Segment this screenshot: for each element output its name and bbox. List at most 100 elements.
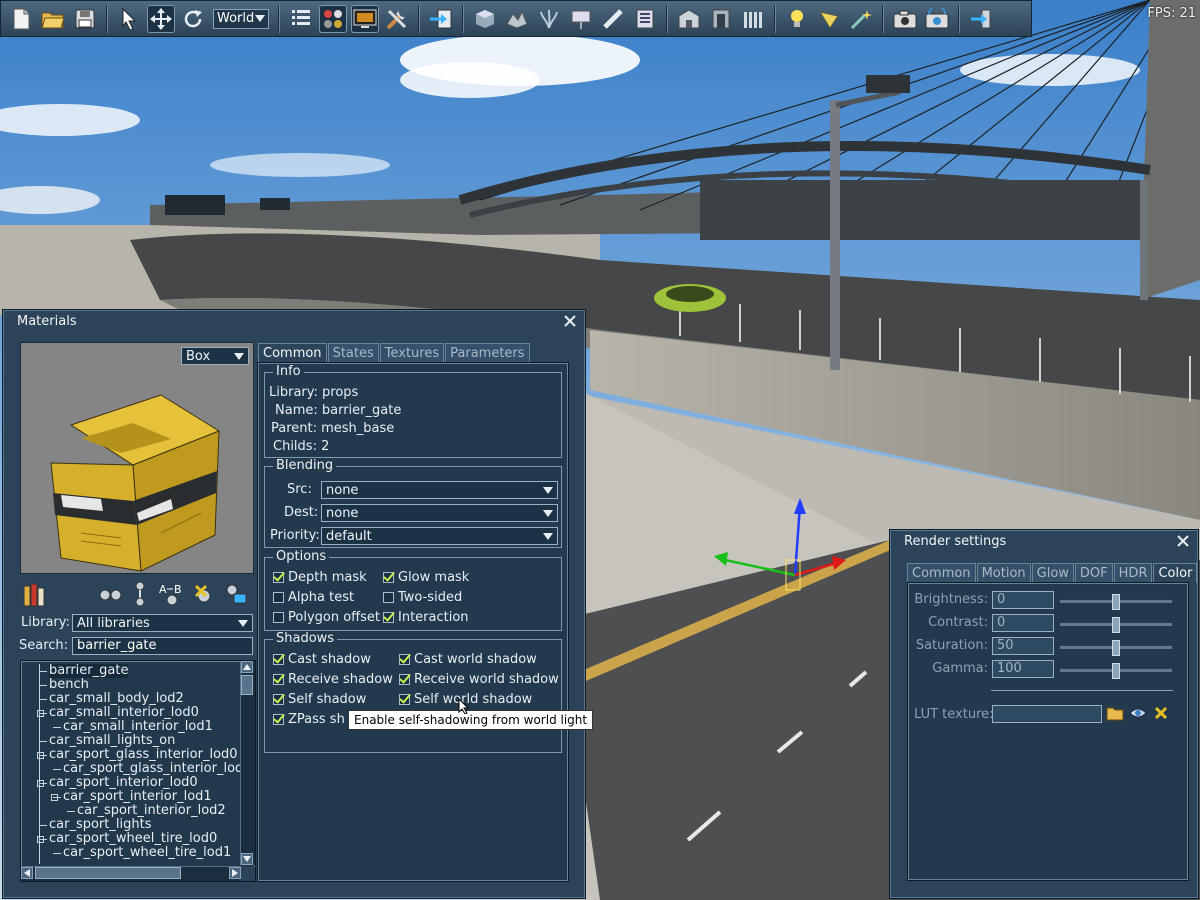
export-icon[interactable] <box>427 5 455 33</box>
tree-item[interactable]: car_sport_interior_lod2 <box>77 804 226 818</box>
render-row-input[interactable]: 100 <box>992 660 1054 678</box>
rotate-icon[interactable] <box>179 5 207 33</box>
clear-icon[interactable] <box>1154 706 1168 720</box>
eye-icon[interactable] <box>1129 705 1147 721</box>
checkbox-glow-mask[interactable]: Glow mask <box>383 570 469 585</box>
slider-handle[interactable] <box>1112 617 1120 633</box>
checkbox-two-sided[interactable]: Two-sided <box>383 590 462 605</box>
render-settings-title-bar[interactable]: Render settings <box>890 530 1198 552</box>
checkbox-cast-world-shadow[interactable]: Cast world shadow <box>399 652 537 667</box>
scroll-down-button[interactable] <box>241 853 253 865</box>
tab-motion[interactable]: Motion <box>976 563 1031 583</box>
close-icon[interactable] <box>563 314 577 328</box>
tree-horizontal-thumb[interactable] <box>35 867 181 879</box>
tree-item[interactable]: car_sport_glass_interior_lod0 <box>49 748 238 762</box>
light-icon[interactable] <box>783 5 811 33</box>
render-icon[interactable] <box>351 4 379 33</box>
render-row-input[interactable]: 0 <box>992 591 1054 609</box>
panel-icon[interactable] <box>631 5 659 33</box>
scroll-up-button[interactable] <box>241 661 253 673</box>
tree-item[interactable]: car_sport_lights <box>49 818 151 832</box>
tree-horizontal-scrollbar[interactable] <box>21 866 241 881</box>
tab-color[interactable]: Color <box>1153 563 1198 583</box>
checkbox-self-shadow[interactable]: Self shadow <box>273 692 366 707</box>
box-icon[interactable] <box>471 5 499 33</box>
tree-vertical-scrollbar[interactable] <box>240 661 255 865</box>
checkbox-depth-mask[interactable]: Depth mask <box>273 570 367 585</box>
inherit-material-icon[interactable] <box>132 581 148 607</box>
tools-icon[interactable] <box>383 5 411 33</box>
priority-select[interactable]: default <box>321 527 558 545</box>
wand-icon[interactable] <box>847 5 875 33</box>
scroll-left-button[interactable] <box>21 867 33 879</box>
particles-icon[interactable] <box>535 5 563 33</box>
clone-material-icon[interactable] <box>98 586 124 604</box>
render-row-slider[interactable] <box>1060 594 1172 610</box>
close-icon[interactable] <box>1176 534 1190 548</box>
materials-icon[interactable] <box>319 4 347 33</box>
preview-mode-select[interactable]: Box <box>181 347 249 365</box>
select-icon[interactable] <box>115 5 143 33</box>
render-row-input[interactable]: 50 <box>992 637 1054 655</box>
tab-glow[interactable]: Glow <box>1031 563 1074 583</box>
camera-settings-icon[interactable] <box>923 5 951 33</box>
exit-icon[interactable] <box>967 5 995 33</box>
tab-textures[interactable]: Textures <box>379 343 445 363</box>
src-select[interactable]: none <box>321 481 558 499</box>
save-icon[interactable] <box>71 5 99 33</box>
tree-item[interactable]: bench <box>49 678 89 692</box>
coordinate-space-select[interactable]: World <box>213 8 269 29</box>
house-icon[interactable] <box>675 5 703 33</box>
sign-icon[interactable] <box>567 5 595 33</box>
dest-select[interactable]: none <box>321 504 558 522</box>
portal-icon[interactable] <box>707 5 735 33</box>
tree-item[interactable]: car_small_interior_lod0 <box>49 706 199 720</box>
slider-handle[interactable] <box>1112 594 1120 610</box>
lut-texture-input[interactable] <box>992 705 1102 723</box>
materials-title-bar[interactable]: Materials <box>3 310 585 332</box>
tree-item[interactable]: car_sport_interior_lod1 <box>63 790 212 804</box>
checkbox-receive-shadow[interactable]: Receive shadow <box>273 672 393 687</box>
delete-material-icon[interactable] <box>192 582 216 606</box>
checkbox-zpass-sh[interactable]: ZPass sh <box>273 712 345 727</box>
tree-item[interactable]: car_small_body_lod2 <box>49 692 184 706</box>
tree-item[interactable]: car_sport_interior_lod0 <box>49 776 198 790</box>
render-row-slider[interactable] <box>1060 617 1172 633</box>
new-icon[interactable] <box>7 5 35 33</box>
checkbox-interaction[interactable]: Interaction <box>383 610 469 625</box>
tree-item[interactable]: barrier_gate <box>49 664 129 678</box>
checkbox-polygon-offset[interactable]: Polygon offset <box>273 610 380 625</box>
tree-item[interactable]: car_sport_wheel_tire_lod0 <box>49 832 217 846</box>
checkbox-receive-world-shadow[interactable]: Receive world shadow <box>399 672 559 687</box>
slider-handle[interactable] <box>1112 640 1120 656</box>
assign-material-icon[interactable] <box>224 582 250 606</box>
render-row-input[interactable]: 0 <box>992 614 1054 632</box>
library-icon[interactable] <box>22 580 50 608</box>
list-icon[interactable] <box>287 5 315 33</box>
terrain-icon[interactable] <box>503 5 531 33</box>
tree-item[interactable]: car_small_interior_lod1 <box>63 720 213 734</box>
fence-icon[interactable] <box>739 5 767 33</box>
tab-common[interactable]: Common <box>907 563 976 583</box>
checkbox-alpha-test[interactable]: Alpha test <box>273 590 354 605</box>
rename-material-icon[interactable]: AB <box>158 582 188 606</box>
library-select[interactable]: All libraries <box>72 614 253 632</box>
tab-parameters[interactable]: Parameters <box>445 343 530 363</box>
render-row-slider[interactable] <box>1060 640 1172 656</box>
tree-item[interactable]: car_sport_glass_interior_lod1 <box>63 762 252 776</box>
tab-hdr[interactable]: HDR <box>1113 563 1153 583</box>
move-icon[interactable] <box>147 4 175 33</box>
folder-icon[interactable] <box>1106 705 1124 721</box>
tree-vertical-thumb[interactable] <box>241 675 253 695</box>
material-tree[interactable]: barrier_gate bench car_small_body_lod2 car_… <box>20 660 256 882</box>
material-preview[interactable]: Box <box>20 342 254 574</box>
tree-item[interactable]: car_sport_wheel_tire_lod1 <box>63 846 231 860</box>
render-row-slider[interactable] <box>1060 663 1172 679</box>
line-icon[interactable] <box>599 5 627 33</box>
flag-icon[interactable] <box>815 5 843 33</box>
tab-common[interactable]: Common <box>258 343 327 363</box>
tree-item[interactable]: car_small_lights_on <box>49 734 175 748</box>
slider-handle[interactable] <box>1112 663 1120 679</box>
tab-dof[interactable]: DOF <box>1074 563 1113 583</box>
scroll-right-button[interactable] <box>229 867 241 879</box>
